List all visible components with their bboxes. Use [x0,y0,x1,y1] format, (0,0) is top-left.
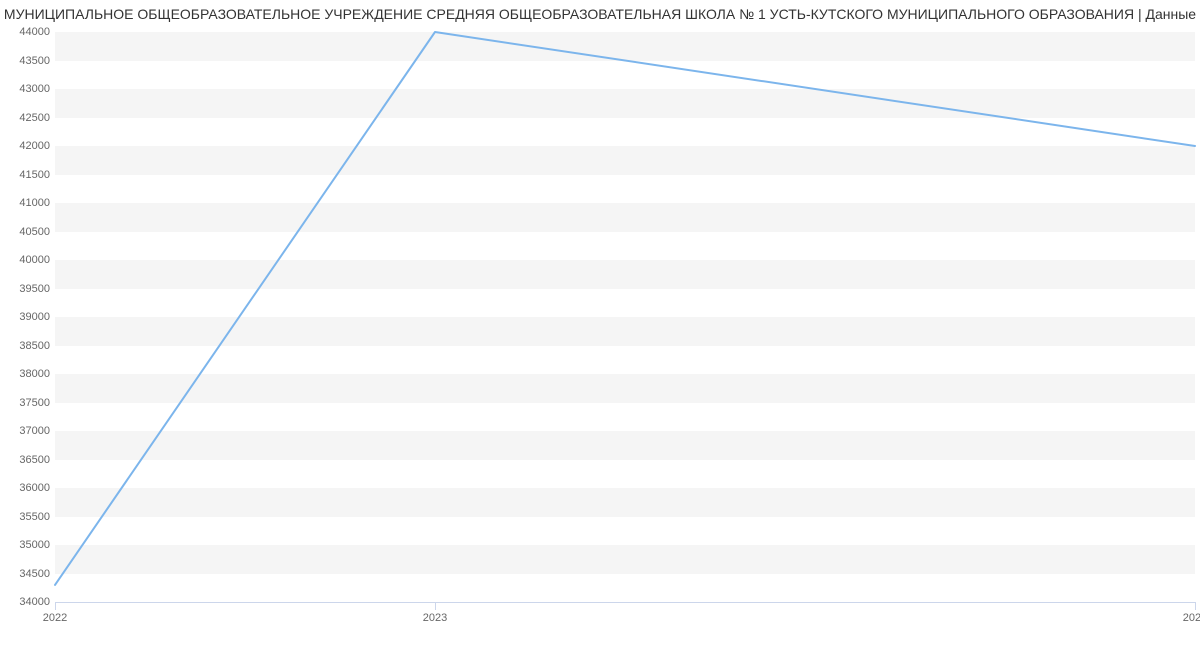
chart-container: 34000 34500 35000 35500 36000 36500 37000 37500… [0,22,1200,642]
y-tick-label: 35000 [19,539,50,551]
y-tick-label: 38500 [19,340,50,352]
x-tick-label: 2025 [1183,612,1200,624]
y-tick-label: 42000 [19,140,50,152]
y-tick-label: 40500 [19,226,50,238]
y-tick-label: 36500 [19,454,50,466]
y-tick-label: 37500 [19,397,50,409]
y-tick-label: 41000 [19,197,50,209]
series-path [55,32,1195,585]
y-tick-label: 43000 [19,83,50,95]
y-tick-label: 39000 [19,311,50,323]
y-tick-label: 35500 [19,511,50,523]
x-tick-mark [55,602,56,610]
y-tick-label: 39500 [19,283,50,295]
y-tick-label: 34500 [19,568,50,580]
y-tick-label: 44000 [19,26,50,38]
line-series [55,32,1195,602]
y-tick-label: 37000 [19,425,50,437]
y-tick-label: 40000 [19,254,50,266]
x-tick-mark [1195,602,1196,610]
y-tick-label: 42500 [19,112,50,124]
x-tick-label: 2023 [423,612,447,624]
y-tick-label: 36000 [19,482,50,494]
x-axis-line [55,602,1195,603]
plot-area [55,32,1195,602]
y-tick-label: 43500 [19,55,50,67]
x-tick-mark [435,602,436,610]
y-tick-label: 38000 [19,368,50,380]
y-tick-label: 34000 [19,596,50,608]
x-tick-label: 2022 [43,612,67,624]
y-tick-label: 41500 [19,169,50,181]
chart-title: МУНИЦИПАЛЬНОЕ ОБЩЕОБРАЗОВАТЕЛЬНОЕ УЧРЕЖД… [0,0,1200,22]
